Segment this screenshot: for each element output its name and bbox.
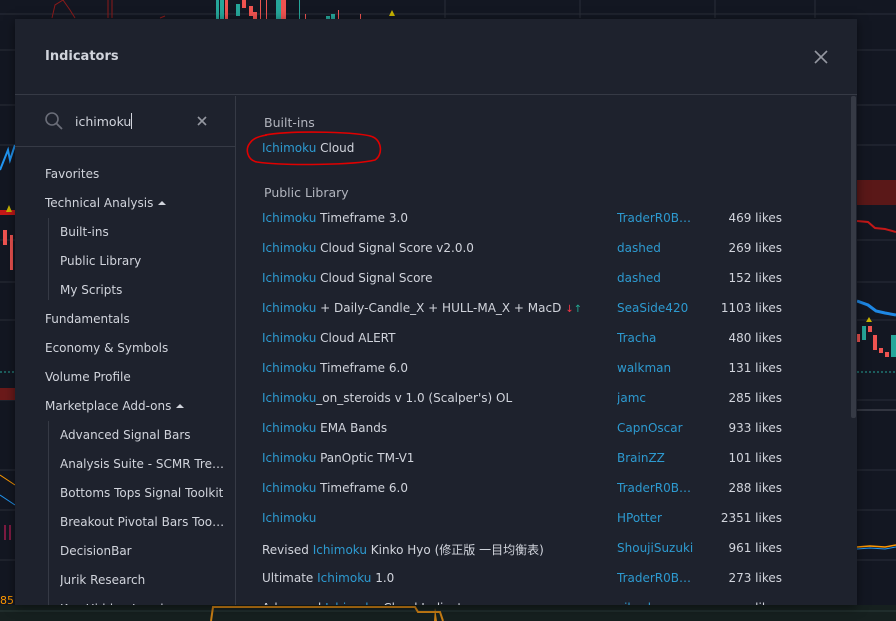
result-name: Ichimoku EMA Bands (262, 421, 388, 435)
author-link[interactable]: dashed (617, 271, 661, 285)
search-input[interactable] (75, 111, 195, 131)
addon-breakout-pivotal[interactable]: Breakout Pivotal Bars Tool... (60, 515, 225, 529)
caret-up-icon (176, 403, 185, 408)
addon-bottoms-tops[interactable]: Bottoms Tops Signal Toolkit (60, 486, 223, 500)
author-link[interactable]: HPotter (617, 511, 662, 525)
dialog-title: Indicators (45, 49, 119, 64)
result-row-builtin[interactable]: Ichimoku Cloud (237, 134, 837, 164)
result-name: Ultimate Ichimoku 1.0 (262, 571, 395, 585)
author-link[interactable]: TraderR0BE... (617, 571, 697, 585)
author-link[interactable]: dashed (617, 241, 661, 255)
category-sidebar: Favorites Technical Analysis Built-ins P… (15, 96, 236, 605)
likes-count: 961 likes (728, 541, 782, 555)
subtree-line (48, 421, 49, 605)
result-row[interactable]: Advanced Ichimoku Cloud Indicator vikasku… (237, 594, 837, 605)
likes-count: 480 likes (728, 331, 782, 345)
section-builtins: Built-ins (264, 115, 315, 130)
likes-count: 131 likes (728, 361, 782, 375)
result-name: Ichimoku Timeframe 6.0 (262, 361, 408, 375)
likes-count: ... likes (697, 601, 782, 605)
result-name: Ichimoku Cloud Signal Score v2.0.0 (262, 241, 474, 255)
category-marketplace-addons[interactable]: Marketplace Add-ons (45, 399, 185, 413)
result-row[interactable]: Ichimoku EMA Bands CapnOscar 933 likes (237, 414, 837, 444)
category-favorites[interactable]: Favorites (45, 167, 99, 181)
arrow-down-icon: ↓ (565, 304, 574, 315)
arrow-up-icon: ↑ (573, 304, 583, 315)
result-row[interactable]: Ichimoku PanOptic TM-V1 BrainZZ 101 likes (237, 444, 837, 474)
dialog-header: Indicators (15, 19, 857, 95)
result-row[interactable]: Ichimoku Timeframe 6.0 TraderR0BE... 288 l… (237, 474, 837, 504)
result-name: Ichimoku Cloud ALERT (262, 331, 396, 345)
result-row[interactable]: Ichimoku + Daily-Candle_X + HULL-MA_X + … (237, 294, 837, 324)
addon-key-hidden-levels[interactable]: Key Hidden Levels (60, 602, 170, 605)
result-row[interactable]: Ichimoku Timeframe 3.0 TraderR0BE... 469 l… (237, 204, 837, 234)
author-link[interactable]: ShoujiSuzuki (617, 541, 693, 555)
author-link[interactable]: BrainZZ (617, 451, 665, 465)
result-row[interactable]: Ichimoku HPotter 2351 likes (237, 504, 837, 534)
author-link[interactable]: TraderR0BE... (617, 481, 697, 495)
result-row[interactable]: Ichimoku_on_steroids v 1.0 (Scalper's) O… (237, 384, 837, 414)
subtree-line (48, 218, 49, 300)
result-row[interactable]: Ichimoku Cloud Signal Score v2.0.0 dashed… (237, 234, 837, 264)
caret-up-icon (158, 200, 167, 205)
result-row[interactable]: Ultimate Ichimoku 1.0 TraderR0BE... 273 li… (237, 564, 837, 594)
category-volume-profile[interactable]: Volume Profile (45, 370, 131, 384)
subcategory-built-ins[interactable]: Built-ins (60, 225, 109, 239)
section-public-library: Public Library (264, 185, 349, 200)
category-fundamentals[interactable]: Fundamentals (45, 312, 130, 326)
author-link[interactable]: Tracha (617, 331, 656, 345)
result-row[interactable]: Ichimoku Timeframe 6.0 walkman 131 likes (237, 354, 837, 384)
search-box (15, 96, 236, 147)
results-scrollbar[interactable] (851, 96, 856, 418)
search-icon (45, 112, 63, 130)
result-name: Ichimoku (262, 511, 317, 525)
likes-count: 101 likes (728, 451, 782, 465)
author-link[interactable]: jamc (617, 391, 646, 405)
likes-count: 469 likes (728, 211, 782, 225)
result-name: Ichimoku Timeframe 3.0 (262, 211, 408, 225)
likes-count: 152 likes (728, 271, 782, 285)
result-row[interactable]: Ichimoku Cloud ALERT Tracha 480 likes (237, 324, 837, 354)
results-pane: Built-ins Ichimoku Cloud Public Library … (237, 96, 857, 605)
category-technical-analysis[interactable]: Technical Analysis (45, 196, 167, 210)
author-link[interactable]: vikaskumar (617, 601, 686, 605)
result-name: Ichimoku Cloud Signal Score (262, 271, 433, 285)
result-row[interactable]: Revised Ichimoku Kinko Hyo (修正版 一目均衡表) Sh… (237, 534, 837, 564)
close-button[interactable] (812, 48, 830, 66)
result-name: Ichimoku + Daily-Candle_X + HULL-MA_X + … (262, 301, 583, 315)
result-name: Advanced Ichimoku Cloud Indicator (262, 601, 474, 605)
author-link[interactable]: walkman (617, 361, 671, 375)
indicators-dialog: Indicators Favorites Technical Analysis (15, 19, 857, 605)
author-link[interactable]: TraderR0BE... (617, 211, 697, 225)
likes-count: 2351 likes (720, 511, 782, 525)
likes-count: 288 likes (728, 481, 782, 495)
likes-count: 1103 likes (720, 301, 782, 315)
likes-count: 933 likes (728, 421, 782, 435)
subcategory-public-library[interactable]: Public Library (60, 254, 141, 268)
text-caret (131, 113, 132, 129)
author-link[interactable]: CapnOscar (617, 421, 683, 435)
likes-count: 273 likes (728, 571, 782, 585)
close-icon (814, 50, 828, 64)
addon-jurik-research[interactable]: Jurik Research (60, 573, 145, 587)
result-row[interactable]: Ichimoku Cloud Signal Score dashed 152 lik… (237, 264, 837, 294)
author-link[interactable]: SeaSide420 (617, 301, 688, 315)
category-economy-symbols[interactable]: Economy & Symbols (45, 341, 168, 355)
likes-count: 269 likes (728, 241, 782, 255)
addon-advanced-signal-bars[interactable]: Advanced Signal Bars (60, 428, 191, 442)
result-name: Ichimoku Timeframe 6.0 (262, 481, 408, 495)
likes-count: 285 likes (728, 391, 782, 405)
result-name: Ichimoku Cloud (262, 141, 355, 155)
addon-decisionbar[interactable]: DecisionBar (60, 544, 132, 558)
result-name: Revised Ichimoku Kinko Hyo (修正版 一目均衡表) (262, 543, 544, 557)
clear-search-icon[interactable] (195, 114, 209, 128)
result-name: Ichimoku PanOptic TM-V1 (262, 451, 415, 465)
price-label: 85 (0, 594, 14, 607)
subcategory-my-scripts[interactable]: My Scripts (60, 283, 122, 297)
result-name: Ichimoku_on_steroids v 1.0 (Scalper's) O… (262, 391, 513, 405)
addon-analysis-suite[interactable]: Analysis Suite - SCMR Trends (60, 457, 225, 471)
